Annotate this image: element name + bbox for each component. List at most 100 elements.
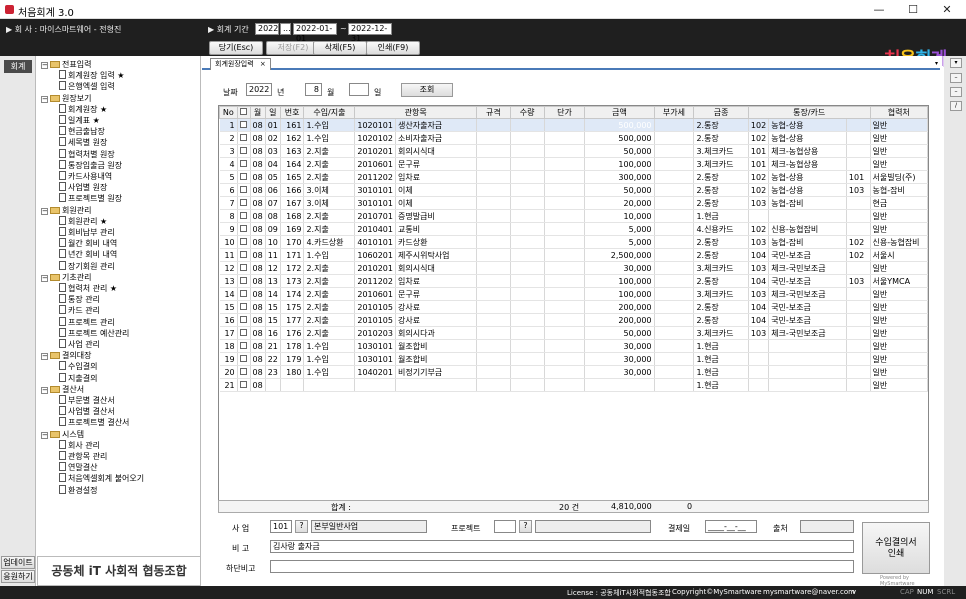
- table-cell[interactable]: 08: [250, 326, 266, 340]
- table-cell[interactable]: 165: [280, 170, 305, 184]
- table-row[interactable]: 10 08 10 170 4.카드상환 4010101 카드상환 5,000 2.통장 103 농협…: [219, 235, 928, 249]
- table-row[interactable]: 17 08 16 176 2.지출 2010203 회의시다과 50,000 3.체크카드 103…: [219, 326, 928, 340]
- table-cell[interactable]: 08: [250, 287, 266, 301]
- table-cell[interactable]: 103: [748, 261, 770, 275]
- close-window-button[interactable]: ✕: [930, 1, 964, 18]
- table-cell[interactable]: 167: [280, 196, 305, 210]
- collapse-icon[interactable]: −: [41, 62, 48, 69]
- table-cell[interactable]: [846, 326, 871, 340]
- table-cell[interactable]: [476, 170, 511, 184]
- table-cell[interactable]: [476, 378, 511, 392]
- column-header[interactable]: 협력처: [869, 106, 928, 119]
- table-cell[interactable]: 일반: [870, 209, 928, 223]
- table-cell[interactable]: 생산자출자금: [395, 118, 477, 132]
- tree-item[interactable]: 카드사용내역: [59, 171, 112, 182]
- table-cell[interactable]: [476, 235, 511, 249]
- table-cell[interactable]: 162: [280, 131, 305, 145]
- table-cell[interactable]: [510, 222, 545, 236]
- row-checkbox[interactable]: [240, 237, 248, 245]
- table-cell[interactable]: 200,000: [584, 313, 655, 327]
- table-cell[interactable]: 3010101: [354, 196, 396, 210]
- table-cell[interactable]: 월조합비: [395, 339, 477, 353]
- table-cell[interactable]: [476, 300, 511, 314]
- table-cell[interactable]: 2.통장: [693, 300, 749, 314]
- delete-button[interactable]: 삭제(F5): [313, 41, 367, 55]
- table-row[interactable]: 18 08 21 178 1.수입 1030101 월조합비 30,000 1.현금 일반: [219, 339, 928, 353]
- table-row[interactable]: 6 08 06 166 3.이체 3010101 이체 50,000 2.통장 102 농협-상용 1…: [219, 183, 928, 197]
- table-cell[interactable]: 05: [265, 170, 281, 184]
- update-button[interactable]: 업데이트: [1, 556, 35, 569]
- table-row[interactable]: 11 08 11 171 1.수입 1060201 제주시위탁사업 2,500,000 2.통장…: [219, 248, 928, 262]
- tree-item[interactable]: 통장입출금 원장: [59, 159, 122, 171]
- table-cell[interactable]: 4: [219, 157, 238, 171]
- table-cell[interactable]: [846, 365, 871, 379]
- table-cell[interactable]: [237, 261, 251, 275]
- table-cell[interactable]: 1040201: [354, 365, 396, 379]
- table-cell[interactable]: 50,000: [584, 144, 655, 158]
- table-cell[interactable]: 1.수입: [303, 118, 356, 132]
- tree-item[interactable]: 사업 관리: [59, 339, 100, 350]
- table-cell[interactable]: [544, 183, 586, 197]
- table-cell[interactable]: 14: [219, 287, 238, 301]
- tree-item[interactable]: 처음엑셀회계 불어오기: [59, 473, 144, 484]
- year-picker-button[interactable]: ...: [280, 23, 291, 35]
- table-cell[interactable]: [846, 300, 871, 314]
- table-cell[interactable]: 174: [280, 287, 305, 301]
- table-cell[interactable]: 체크-농협상용: [768, 144, 847, 158]
- table-cell[interactable]: [654, 300, 695, 314]
- table-row[interactable]: 12 08 12 172 2.지출 2010201 회의시식대 30,000 3.체크카드 103…: [219, 261, 928, 275]
- table-cell[interactable]: 08: [265, 209, 281, 223]
- table-cell[interactable]: [846, 209, 871, 223]
- table-cell[interactable]: 농협-상용: [768, 170, 847, 184]
- table-cell[interactable]: 회의시식대: [395, 144, 477, 158]
- tree-item[interactable]: 회계원장 ★: [59, 103, 107, 115]
- table-cell[interactable]: 08: [250, 144, 266, 158]
- table-cell[interactable]: 07: [265, 196, 281, 210]
- table-cell[interactable]: 문구류: [395, 287, 477, 301]
- table-cell[interactable]: [476, 118, 511, 132]
- table-cell[interactable]: 103: [846, 183, 871, 197]
- table-cell[interactable]: 3.이체: [303, 196, 356, 210]
- table-cell[interactable]: 161: [280, 118, 305, 132]
- biz-lookup-button[interactable]: ?: [295, 520, 308, 533]
- table-cell[interactable]: [510, 287, 545, 301]
- table-cell[interactable]: 300,000: [584, 170, 655, 184]
- table-cell[interactable]: 1.현금: [693, 339, 749, 353]
- table-cell[interactable]: [510, 352, 545, 366]
- date-to-field[interactable]: 2022-12-31: [348, 23, 392, 43]
- table-row[interactable]: 9 08 09 169 2.지출 2010401 교통비 5,000 4.신용카드 102 신용-농…: [219, 222, 928, 236]
- table-cell[interactable]: 1.수입: [303, 352, 356, 366]
- table-cell[interactable]: [654, 287, 695, 301]
- table-cell[interactable]: [510, 313, 545, 327]
- table-cell[interactable]: [476, 274, 511, 288]
- table-cell[interactable]: 103: [748, 196, 770, 210]
- table-cell[interactable]: 13: [265, 274, 281, 288]
- table-cell[interactable]: [846, 131, 871, 145]
- table-cell[interactable]: [748, 378, 770, 392]
- table-cell[interactable]: 08: [250, 378, 266, 392]
- table-cell[interactable]: 21: [265, 339, 281, 353]
- row-checkbox[interactable]: [240, 289, 248, 297]
- table-cell[interactable]: 15: [219, 300, 238, 314]
- table-cell[interactable]: 1.수입: [303, 365, 356, 379]
- project-code-input[interactable]: [494, 520, 516, 533]
- table-cell[interactable]: 102: [846, 248, 871, 262]
- table-cell[interactable]: [544, 235, 586, 249]
- table-cell[interactable]: 5,000: [584, 235, 655, 249]
- table-cell[interactable]: 이체: [395, 183, 477, 197]
- table-cell[interactable]: 소비자출자금: [395, 131, 477, 145]
- tree-folder[interactable]: − 회원관리: [41, 205, 91, 216]
- table-cell[interactable]: 3: [219, 144, 238, 158]
- table-cell[interactable]: 비정기기부금: [395, 365, 477, 379]
- table-cell[interactable]: 일반: [870, 378, 928, 392]
- table-cell[interactable]: [654, 339, 695, 353]
- row-checkbox[interactable]: [240, 172, 248, 180]
- table-cell[interactable]: [544, 131, 586, 145]
- panel-btn-2[interactable]: –: [950, 73, 962, 83]
- row-checkbox[interactable]: [240, 120, 248, 128]
- row-checkbox[interactable]: [240, 302, 248, 310]
- table-cell[interactable]: [544, 274, 586, 288]
- column-header[interactable]: 통장/카드: [747, 106, 871, 119]
- table-cell[interactable]: [510, 235, 545, 249]
- tree-item[interactable]: 협력처 관리 ★: [59, 283, 117, 294]
